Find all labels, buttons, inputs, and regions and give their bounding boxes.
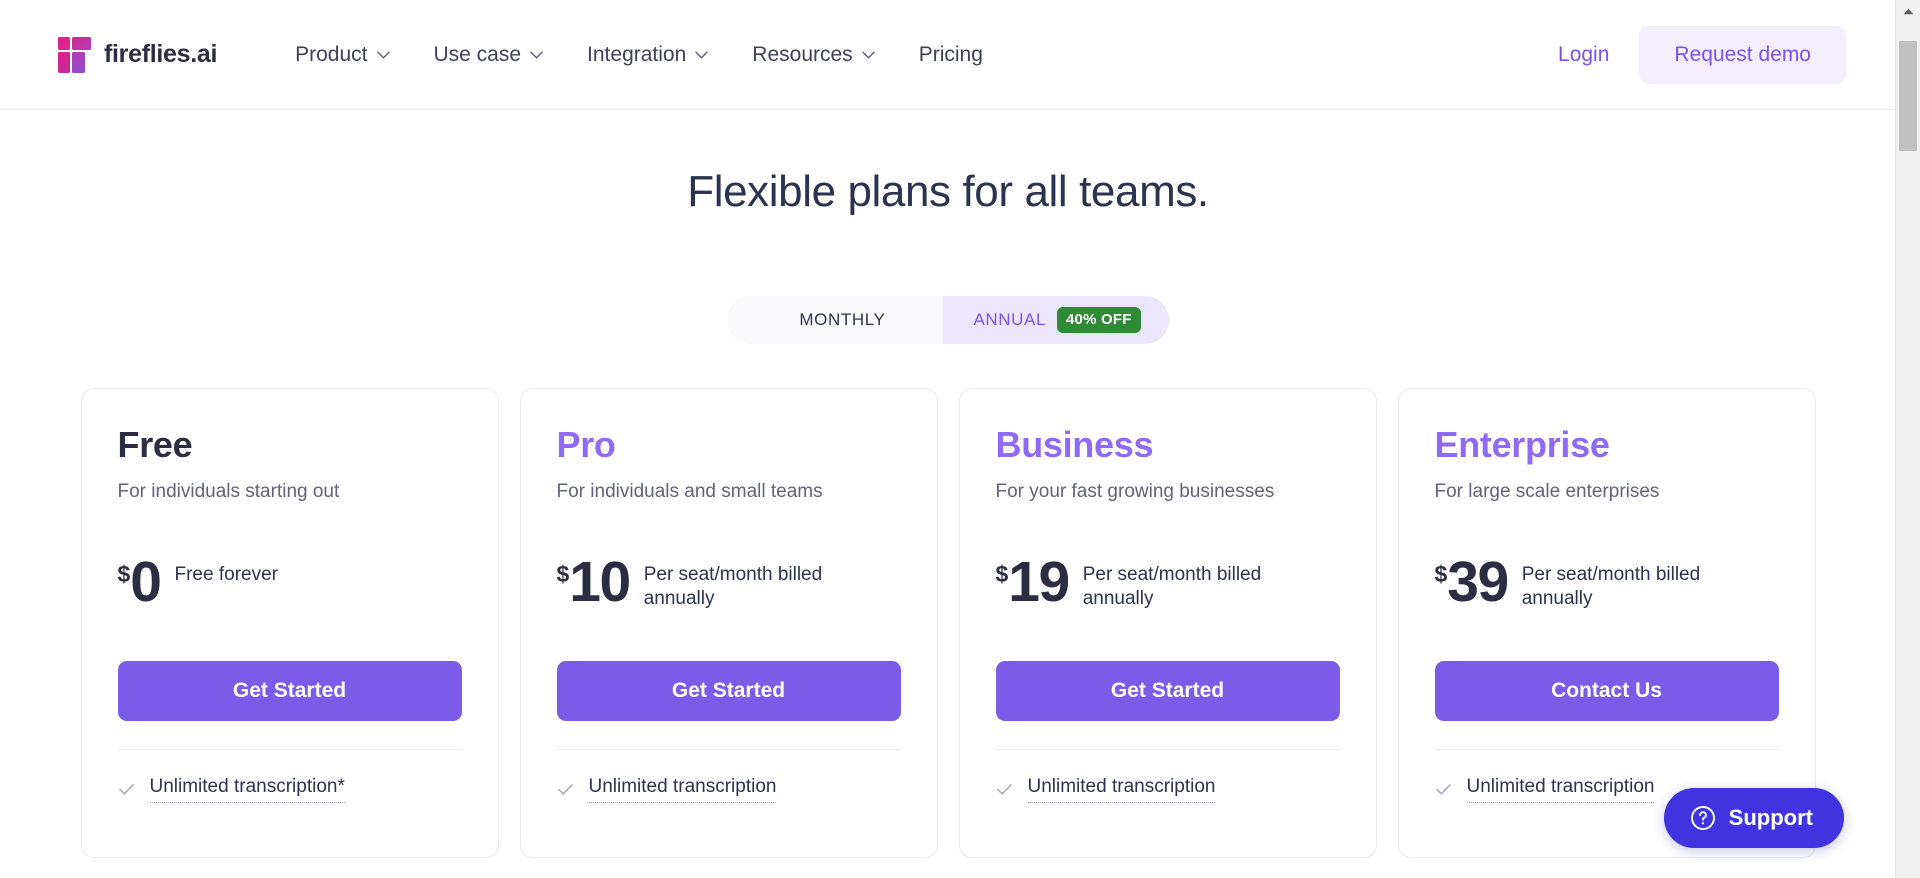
- main-nav: Product Use case Integration Resources P…: [273, 44, 1005, 65]
- price-note: Per seat/month billed annually: [643, 563, 823, 610]
- brand-logo-link[interactable]: fireflies.ai: [58, 36, 218, 73]
- toggle-monthly-label: MONTHLY: [799, 309, 886, 329]
- feature-item: Unlimited transcription: [996, 776, 1340, 803]
- pricing-card-free: Free For individuals starting out $ 0 Fr…: [80, 387, 499, 858]
- price-note: Per seat/month billed annually: [1521, 563, 1701, 610]
- plan-description: For your fast growing businesses: [995, 481, 1275, 503]
- pricing-cards: Free For individuals starting out $ 0 Fr…: [0, 387, 1896, 858]
- plan-cta-button[interactable]: Get Started: [556, 660, 901, 721]
- pricing-card-business: Business For your fast growing businesse…: [958, 387, 1377, 858]
- price-amount: 39: [1447, 549, 1509, 614]
- card-divider: [1434, 748, 1779, 750]
- chevron-down-icon: [376, 51, 390, 59]
- check-icon: [557, 781, 574, 798]
- feature-label[interactable]: Unlimited transcription*: [149, 776, 345, 803]
- nav-label: Product: [295, 43, 368, 66]
- nav-item-resources[interactable]: Resources: [730, 44, 896, 65]
- header-actions: Login Request demo: [1528, 25, 1896, 84]
- card-divider: [995, 748, 1340, 750]
- nav-label: Pricing: [918, 43, 983, 66]
- plan-price: $ 10 Per seat/month billed annually: [556, 549, 901, 627]
- nav-label: Resources: [752, 43, 853, 66]
- card-divider: [556, 748, 901, 750]
- nav-label: Use case: [433, 43, 522, 66]
- pricing-card-pro: Pro For individuals and small teams $ 10…: [519, 387, 938, 858]
- plan-description: For large scale enterprises: [1434, 481, 1660, 503]
- page-title: Flexible plans for all teams.: [687, 167, 1209, 216]
- price-amount: 19: [1008, 549, 1070, 614]
- price-currency: $: [556, 560, 570, 587]
- nav-item-use-case[interactable]: Use case: [412, 44, 566, 65]
- check-icon: [1435, 781, 1452, 798]
- scrollbar-thumb[interactable]: [1899, 41, 1917, 151]
- plan-price: $ 0 Free forever: [117, 549, 462, 627]
- plan-price: $ 39 Per seat/month billed annually: [1434, 549, 1779, 627]
- billing-toggle: MONTHLY ANNUAL 40% OFF: [727, 295, 1169, 344]
- brand-name: fireflies.ai: [104, 40, 218, 68]
- check-icon: [118, 781, 135, 798]
- feature-label[interactable]: Unlimited transcription: [588, 776, 777, 803]
- feature-item: Unlimited transcription: [557, 776, 901, 803]
- nav-label: Integration: [587, 43, 687, 66]
- plan-name: Business: [995, 423, 1154, 465]
- price-currency: $: [995, 560, 1009, 587]
- feature-label[interactable]: Unlimited transcription: [1027, 776, 1216, 803]
- chevron-down-icon: [695, 51, 708, 59]
- plan-name: Enterprise: [1434, 423, 1610, 465]
- fireflies-logo-icon: [58, 36, 91, 73]
- discount-badge: 40% OFF: [1057, 306, 1141, 333]
- plan-description: For individuals starting out: [117, 481, 340, 503]
- support-widget-button[interactable]: Support: [1663, 788, 1844, 848]
- chevron-down-icon: [530, 51, 543, 59]
- plan-cta-button[interactable]: Contact Us: [1434, 660, 1779, 721]
- plan-cta-button[interactable]: Get Started: [995, 660, 1340, 721]
- support-widget-label: Support: [1728, 805, 1813, 830]
- price-currency: $: [117, 560, 131, 587]
- nav-item-product[interactable]: Product: [273, 44, 411, 65]
- check-icon: [996, 781, 1013, 798]
- request-demo-button[interactable]: Request demo: [1639, 25, 1846, 84]
- toggle-option-monthly[interactable]: MONTHLY: [727, 295, 944, 344]
- feature-item: Unlimited transcription*: [118, 776, 462, 803]
- question-circle-icon: [1690, 805, 1716, 831]
- billing-toggle-wrapper: MONTHLY ANNUAL 40% OFF: [0, 295, 1896, 344]
- feature-label[interactable]: Unlimited transcription: [1466, 776, 1655, 803]
- nav-item-integration[interactable]: Integration: [565, 44, 730, 65]
- scroll-up-arrow-icon[interactable]: [1896, 0, 1920, 22]
- plan-name: Pro: [556, 423, 616, 465]
- toggle-option-annual[interactable]: ANNUAL 40% OFF: [943, 295, 1169, 344]
- pricing-page: fireflies.ai Product Use case Integratio…: [0, 0, 1896, 878]
- chevron-down-icon: [861, 51, 875, 59]
- price-note: Free forever: [174, 563, 278, 585]
- plan-name: Free: [117, 423, 193, 465]
- browser-viewport: fireflies.ai Product Use case Integratio…: [0, 0, 1920, 878]
- page-scrollbar[interactable]: [1895, 0, 1920, 878]
- price-amount: 10: [569, 549, 631, 614]
- price-note: Per seat/month billed annually: [1082, 563, 1262, 610]
- price-amount: 0: [130, 549, 162, 614]
- site-header: fireflies.ai Product Use case Integratio…: [0, 0, 1896, 110]
- card-divider: [117, 748, 462, 750]
- plan-description: For individuals and small teams: [556, 481, 823, 503]
- toggle-annual-label: ANNUAL: [973, 309, 1047, 329]
- plan-price: $ 19 Per seat/month billed annually: [995, 549, 1340, 627]
- nav-item-pricing[interactable]: Pricing: [897, 44, 1005, 65]
- price-currency: $: [1434, 560, 1448, 587]
- plan-cta-button[interactable]: Get Started: [117, 660, 462, 721]
- login-link[interactable]: Login: [1528, 43, 1639, 67]
